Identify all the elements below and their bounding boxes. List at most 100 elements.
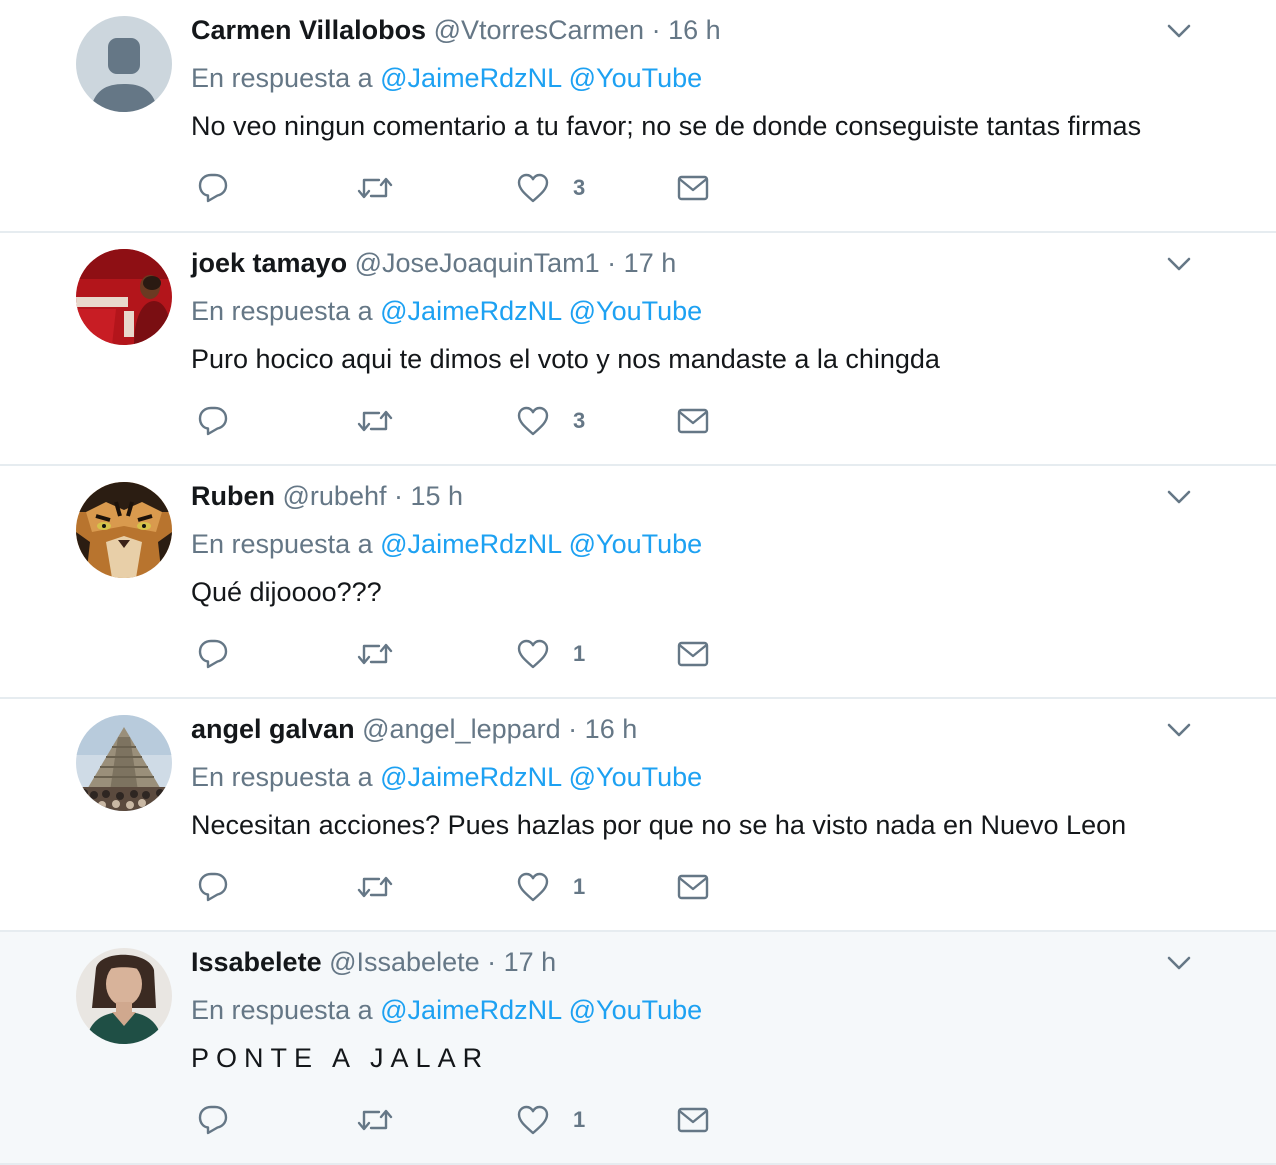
reply-icon <box>198 1105 228 1135</box>
user-handle[interactable]: @VtorresCarmen <box>434 15 644 45</box>
tiger-avatar <box>76 482 172 578</box>
avatar[interactable] <box>76 16 172 112</box>
timestamp[interactable]: 16 h <box>668 15 721 45</box>
reply-button[interactable] <box>195 867 231 907</box>
default-avatar-icon <box>76 16 172 112</box>
tweet-header: Carmen Villalobos @VtorresCarmen · 16 h <box>191 10 721 50</box>
like-button[interactable]: 1 <box>515 867 585 907</box>
envelope-icon <box>677 1107 709 1133</box>
reply-context: En respuesta a @JaimeRdzNL @YouTube <box>191 58 702 98</box>
user-handle[interactable]: @rubehf <box>283 481 387 511</box>
timestamp[interactable]: 17 h <box>504 947 557 977</box>
pyramid-avatar <box>76 715 172 811</box>
envelope-icon <box>677 175 709 201</box>
direct-message-button[interactable] <box>675 867 711 907</box>
tweet-actions: 1 <box>191 634 751 674</box>
separator: · <box>394 481 403 511</box>
chevron-down-icon[interactable] <box>1164 18 1194 44</box>
tweet-text: Qué dijoooo??? <box>191 577 382 607</box>
avatar[interactable] <box>76 715 172 811</box>
chevron-down-icon[interactable] <box>1164 251 1194 277</box>
retweet-button[interactable] <box>355 168 395 208</box>
tweet-text: No veo ningun comentario a tu favor; no … <box>191 111 1142 141</box>
replies-feed: Carmen Villalobos @VtorresCarmen · 16 h … <box>0 0 1276 1165</box>
retweet-button[interactable] <box>355 867 395 907</box>
heart-icon <box>517 173 549 203</box>
photo-avatar <box>76 249 172 345</box>
timestamp[interactable]: 16 h <box>585 714 638 744</box>
direct-message-button[interactable] <box>675 401 711 441</box>
tweet-header: Issabelete @Issabelete · 17 h <box>191 942 556 982</box>
user-handle[interactable]: @Issabelete <box>329 947 480 977</box>
timestamp[interactable]: 15 h <box>411 481 464 511</box>
tweet-actions: 3 <box>191 168 751 208</box>
mention-link[interactable]: @JaimeRdzNL <box>380 762 561 792</box>
user-handle[interactable]: @angel_leppard <box>362 714 561 744</box>
reply-prefix: En respuesta a <box>191 296 373 326</box>
reply-context: En respuesta a @JaimeRdzNL @YouTube <box>191 757 702 797</box>
avatar[interactable] <box>76 249 172 345</box>
envelope-icon <box>677 408 709 434</box>
reply-prefix: En respuesta a <box>191 995 373 1025</box>
chevron-down-icon[interactable] <box>1164 484 1194 510</box>
separator: · <box>568 714 578 744</box>
mention-link[interactable]: @YouTube <box>569 296 703 326</box>
timestamp[interactable]: 17 h <box>624 248 677 278</box>
chevron-down-icon[interactable] <box>1164 950 1194 976</box>
tweet[interactable]: Issabelete @Issabelete · 17 h En respues… <box>0 932 1276 1165</box>
retweet-button[interactable] <box>355 1100 395 1140</box>
user-handle[interactable]: @JoseJoaquinTam1 <box>355 248 600 278</box>
mention-link[interactable]: @YouTube <box>569 529 703 559</box>
retweet-icon <box>357 643 393 665</box>
portrait-avatar <box>76 948 172 1044</box>
like-button[interactable]: 3 <box>515 168 585 208</box>
tweet[interactable]: Carmen Villalobos @VtorresCarmen · 16 h … <box>0 0 1276 233</box>
tweet[interactable]: Ruben @rubehf · 15 h En respuesta a @Jai… <box>0 466 1276 699</box>
separator: · <box>607 248 617 278</box>
user-name[interactable]: Carmen Villalobos <box>191 15 426 45</box>
mention-link[interactable]: @JaimeRdzNL <box>380 63 561 93</box>
user-name[interactable]: joek tamayo <box>191 248 347 278</box>
heart-icon <box>517 872 549 902</box>
like-button[interactable]: 3 <box>515 401 585 441</box>
retweet-icon <box>357 1109 393 1131</box>
heart-icon <box>517 639 549 669</box>
tweet-header: joek tamayo @JoseJoaquinTam1 · 17 h <box>191 243 676 283</box>
avatar[interactable] <box>76 948 172 1044</box>
user-name[interactable]: angel galvan <box>191 714 355 744</box>
like-count: 3 <box>573 408 586 433</box>
mention-link[interactable]: @JaimeRdzNL <box>380 296 561 326</box>
reply-button[interactable] <box>195 634 231 674</box>
reply-icon <box>198 639 228 669</box>
user-name[interactable]: Ruben <box>191 481 275 511</box>
retweet-button[interactable] <box>355 401 395 441</box>
mention-link[interactable]: @YouTube <box>569 995 703 1025</box>
reply-context: En respuesta a @JaimeRdzNL @YouTube <box>191 990 702 1030</box>
like-button[interactable]: 1 <box>515 634 585 674</box>
direct-message-button[interactable] <box>675 634 711 674</box>
mention-link[interactable]: @YouTube <box>569 762 703 792</box>
tweet[interactable]: angel galvan @angel_leppard · 16 h En re… <box>0 699 1276 932</box>
reply-button[interactable] <box>195 1100 231 1140</box>
like-button[interactable]: 1 <box>515 1100 585 1140</box>
avatar[interactable] <box>76 482 172 578</box>
reply-button[interactable] <box>195 168 231 208</box>
tweet-actions: 3 <box>191 401 751 441</box>
retweet-button[interactable] <box>355 634 395 674</box>
chevron-down-icon[interactable] <box>1164 717 1194 743</box>
reply-button[interactable] <box>195 401 231 441</box>
mention-link[interactable]: @YouTube <box>569 63 703 93</box>
separator: · <box>651 15 661 45</box>
mention-link[interactable]: @JaimeRdzNL <box>380 995 561 1025</box>
user-name[interactable]: Issabelete <box>191 947 322 977</box>
reply-icon <box>198 872 228 902</box>
direct-message-button[interactable] <box>675 168 711 208</box>
mention-link[interactable]: @JaimeRdzNL <box>380 529 561 559</box>
reply-context: En respuesta a @JaimeRdzNL @YouTube <box>191 291 702 331</box>
like-count: 1 <box>573 1107 586 1132</box>
tweet-header: Ruben @rubehf · 15 h <box>191 476 463 516</box>
tweet-header: angel galvan @angel_leppard · 16 h <box>191 709 637 749</box>
tweet-text: Puro hocico aqui te dimos el voto y nos … <box>191 344 940 374</box>
direct-message-button[interactable] <box>675 1100 711 1140</box>
tweet[interactable]: joek tamayo @JoseJoaquinTam1 · 17 h En r… <box>0 233 1276 466</box>
